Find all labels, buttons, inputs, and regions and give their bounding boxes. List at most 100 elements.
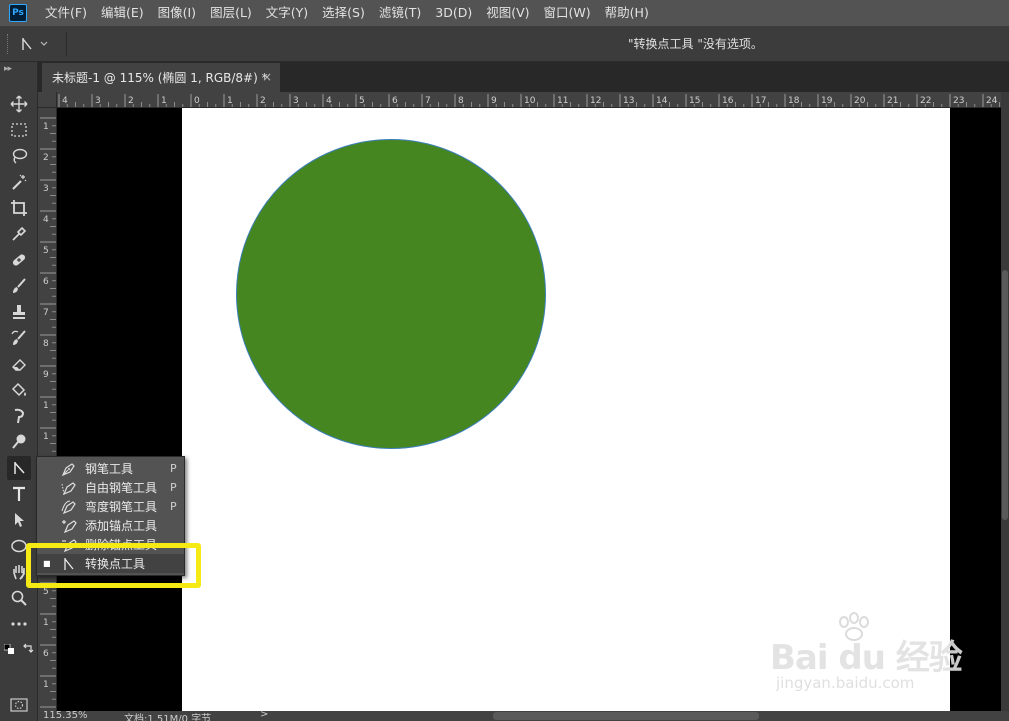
- history-brush-tool-icon[interactable]: [7, 326, 31, 350]
- vertical-ruler-ticks: 12345678911111151617: [40, 117, 56, 708]
- ruler-label: 1: [161, 96, 167, 106]
- ruler-label: 24: [986, 96, 998, 106]
- quick-mask-icon[interactable]: [10, 698, 28, 712]
- ruler-label: 1: [43, 618, 49, 628]
- horizontal-scrollbar-thumb[interactable]: [493, 712, 759, 720]
- options-message: "转换点工具 "没有选项。: [628, 37, 763, 51]
- ruler-label: 6: [43, 277, 49, 287]
- ruler-label: 9: [43, 370, 49, 380]
- paint-bucket-tool-icon[interactable]: [7, 378, 31, 402]
- convert-point-icon: [22, 38, 32, 50]
- swap-colors-icon[interactable]: [22, 642, 34, 654]
- ruler-label: 1: [43, 401, 49, 411]
- smudge-tool-icon[interactable]: [7, 404, 31, 428]
- highlight-annotation: [26, 543, 201, 588]
- flyout-label: 钢笔工具: [85, 462, 134, 476]
- ruler-label: 20: [854, 96, 866, 106]
- ruler-label: 4: [43, 215, 49, 225]
- flyout-label: 添加锚点工具: [85, 519, 158, 533]
- flyout-item-add-anchor[interactable]: 添加锚点工具: [37, 516, 184, 535]
- lasso-tool-icon[interactable]: [7, 144, 31, 168]
- watermark-url: jingyan.baidu.com: [776, 674, 915, 692]
- ruler-origin[interactable]: [38, 92, 57, 108]
- flyout-item-pen[interactable]: 钢笔工具 P: [37, 459, 184, 478]
- ruler-label: 18: [788, 96, 800, 106]
- flyout-label: 弯度钢笔工具: [85, 500, 158, 514]
- shortcut-key: P: [170, 481, 177, 494]
- menu-help[interactable]: 帮助(H): [598, 0, 656, 26]
- pen-tool-group-icon[interactable]: [7, 456, 31, 480]
- dodge-tool-icon[interactable]: [7, 430, 31, 454]
- menu-file[interactable]: 文件(F): [38, 0, 94, 26]
- default-colors-icon[interactable]: [3, 643, 14, 654]
- ruler-label: 1: [43, 680, 49, 690]
- photoshop-logo-icon: Ps: [9, 4, 27, 22]
- flyout-item-curvature-pen[interactable]: 弯度钢笔工具 P: [37, 497, 184, 516]
- zoom-tool-icon[interactable]: [7, 586, 31, 610]
- shortcut-key: P: [170, 500, 177, 513]
- crop-tool-icon[interactable]: [7, 196, 31, 220]
- options-grip[interactable]: [7, 34, 10, 54]
- ruler-label: 1: [227, 96, 233, 106]
- ruler-label: 13: [623, 96, 634, 106]
- ruler-label: 8: [458, 96, 464, 106]
- eyedropper-tool-icon[interactable]: [7, 222, 31, 246]
- more-tools-icon[interactable]: [7, 612, 31, 636]
- ellipse-shape[interactable]: [236, 139, 546, 449]
- menu-view[interactable]: 视图(V): [479, 0, 536, 26]
- ruler-label: 16: [722, 96, 734, 106]
- menu-3d[interactable]: 3D(D): [428, 0, 479, 26]
- menu-edit[interactable]: 编辑(E): [94, 0, 151, 26]
- brush-tool-icon[interactable]: [7, 274, 31, 298]
- magic-wand-tool-icon[interactable]: [7, 170, 31, 194]
- horizontal-ruler[interactable]: 4 3 2 1 0 1 2 3 4 5 6 7 8 9 10 11 12 13 14 15 16 17 18 19 20 21 22…: [57, 92, 1001, 108]
- ruler-label: 3: [43, 184, 49, 194]
- move-tool-icon[interactable]: [7, 92, 31, 116]
- vertical-ruler[interactable]: 12345678911111151617: [38, 108, 57, 711]
- vertical-scrollbar-thumb[interactable]: [1002, 270, 1008, 520]
- freeform-pen-icon: [59, 480, 79, 496]
- menu-layer[interactable]: 图层(L): [203, 0, 259, 26]
- path-selection-tool-icon[interactable]: [7, 508, 31, 532]
- clone-stamp-tool-icon[interactable]: [7, 300, 31, 324]
- status-menu-arrow-icon[interactable]: >: [260, 711, 268, 720]
- ruler-label: 5: [43, 587, 49, 597]
- ruler-label: 6: [392, 96, 398, 106]
- marquee-tool-icon[interactable]: [7, 118, 31, 142]
- close-icon[interactable]: ×: [262, 70, 272, 84]
- ruler-label: 19: [821, 96, 833, 106]
- zoom-level[interactable]: 115.35%: [43, 711, 88, 721]
- eraser-tool-icon[interactable]: [7, 352, 31, 376]
- ruler-label: 1: [43, 432, 49, 442]
- menu-filter[interactable]: 滤镜(T): [372, 0, 428, 26]
- document-tab[interactable]: 未标题-1 @ 115% (椭圆 1, RGB/8#) * ×: [42, 63, 280, 92]
- tool-preset-picker[interactable]: [20, 34, 62, 54]
- ruler-label: 5: [359, 96, 365, 106]
- ruler-label: 3: [95, 96, 101, 106]
- ruler-label: 22: [920, 96, 931, 106]
- collapse-icon[interactable]: ▸▸: [4, 64, 12, 74]
- vertical-scrollbar[interactable]: [1001, 92, 1009, 711]
- ruler-label: 3: [293, 96, 299, 106]
- type-tool-icon[interactable]: [7, 482, 31, 506]
- ruler-label: 10: [524, 96, 536, 106]
- shortcut-key: P: [170, 462, 177, 475]
- document-tab-title: 未标题-1 @ 115% (椭圆 1, RGB/8#) *: [52, 71, 268, 85]
- ruler-label: 4: [62, 96, 68, 106]
- watermark-logo: Bai du 经验: [770, 638, 963, 678]
- menu-window[interactable]: 窗口(W): [537, 0, 598, 26]
- ruler-label: 21: [887, 96, 898, 106]
- menu-bar: Ps 文件(F) 编辑(E) 图像(I) 图层(L) 文字(Y) 选择(S) 滤…: [0, 0, 1009, 26]
- menu-image[interactable]: 图像(I): [151, 0, 203, 26]
- ruler-label: 5: [43, 246, 49, 256]
- menu-select[interactable]: 选择(S): [315, 0, 372, 26]
- menu-type[interactable]: 文字(Y): [259, 0, 315, 26]
- status-bar: 115.35% 文档:1.51M/0 字节 >: [38, 711, 1009, 721]
- ruler-label: 1: [43, 122, 49, 132]
- flyout-label: 自由钢笔工具: [85, 481, 158, 495]
- tools-panel: ▸▸: [0, 62, 38, 721]
- flyout-item-freeform-pen[interactable]: 自由钢笔工具 P: [37, 478, 184, 497]
- healing-brush-tool-icon[interactable]: [7, 248, 31, 272]
- chevron-down-icon: [40, 41, 48, 46]
- ruler-label: 0: [194, 96, 200, 106]
